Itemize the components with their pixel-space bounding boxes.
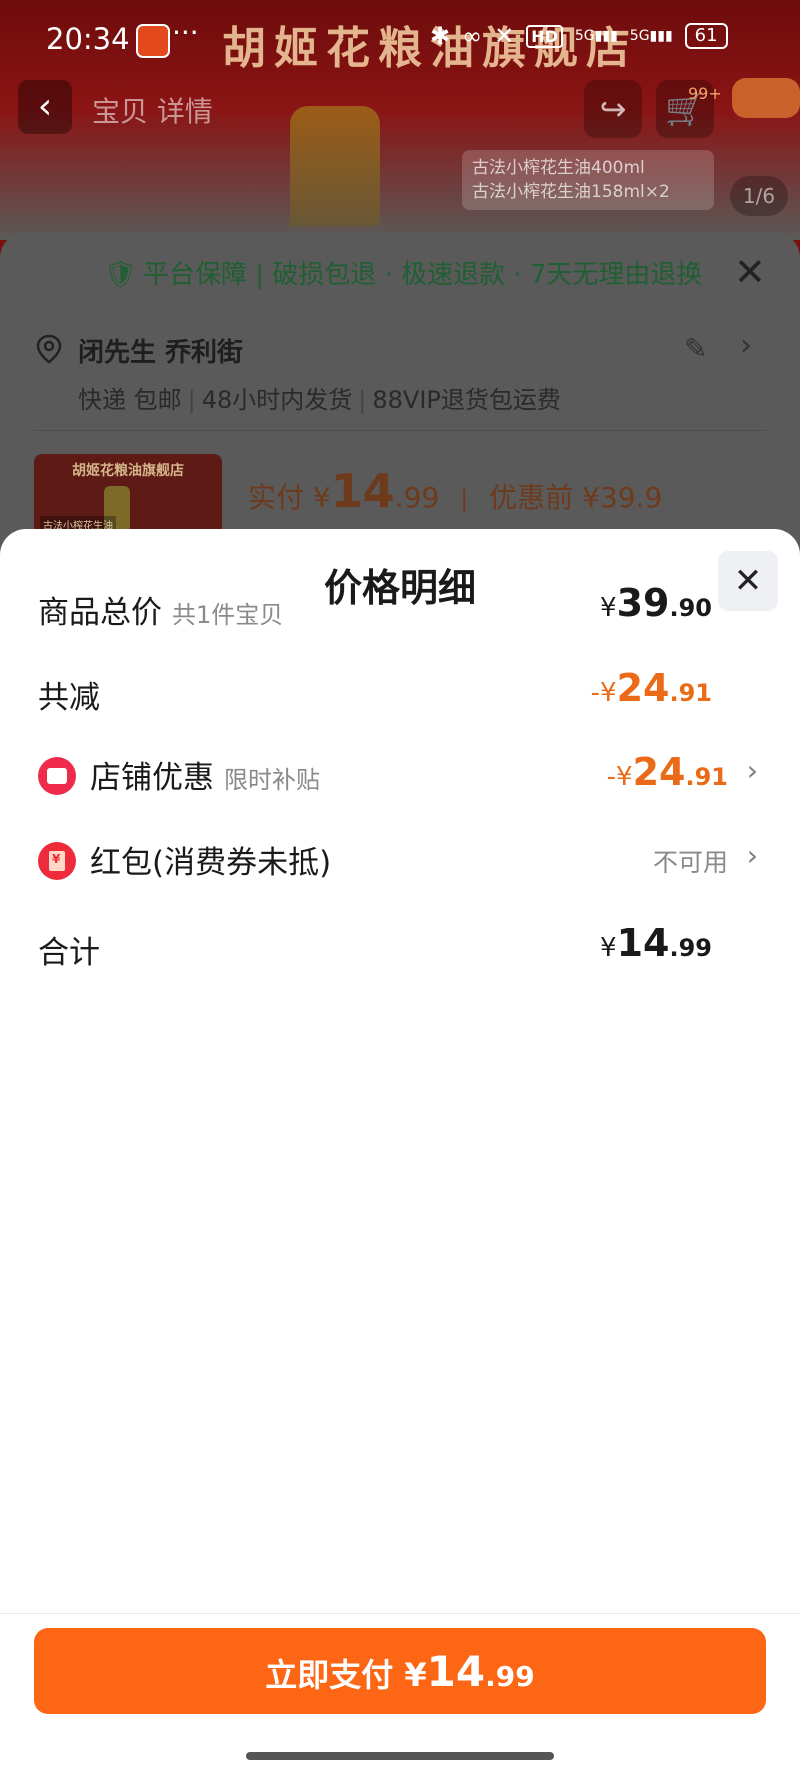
footer-divider [0, 1613, 800, 1614]
more-notifications-icon: ··· [172, 16, 199, 49]
product-spec-tag: 古法小榨花生油400ml 古法小榨花生油158ml×2 [462, 150, 714, 210]
store-icon [38, 757, 76, 795]
store-discount-value: -¥24.91 [607, 750, 728, 794]
location-pin-icon [36, 334, 62, 364]
total-discount-value: -¥24.91 [591, 666, 712, 710]
store-discount-row[interactable]: 店铺优惠 限时补贴 -¥24.91 › [38, 750, 758, 800]
bluetooth-icon: ✱ [430, 22, 451, 50]
status-time: 20:34 [46, 22, 130, 56]
amount-int: 24 [616, 666, 670, 710]
amount-dec: .99 [669, 934, 712, 962]
pay-dec: .99 [485, 1660, 535, 1693]
spec-line-2: 古法小榨花生油158ml×2 [472, 182, 670, 202]
mute-icon: ✕ [494, 22, 515, 50]
item-count: 共1件宝贝 [172, 601, 284, 629]
back-icon[interactable]: ‹ [18, 80, 72, 134]
currency: ¥ [600, 593, 617, 623]
currency: ¥ [600, 933, 617, 963]
home-indicator[interactable] [246, 1752, 554, 1760]
amount-dec: .91 [669, 679, 712, 707]
row-label-goods-total: 商品总价 共1件宝贝 [38, 587, 283, 632]
chevron-right-icon[interactable]: › [747, 754, 758, 787]
paid-int: 14 [330, 464, 395, 518]
hd-icon: HD [526, 24, 563, 48]
divider [34, 430, 766, 431]
paid-dec: .99 [394, 481, 440, 514]
before-discount: 优惠前 ¥39.9 [489, 481, 663, 514]
spec-line-1: 古法小榨花生油400ml [472, 158, 645, 178]
signal-icon-2: 5G▮▮▮ [629, 28, 673, 44]
goods-total-value: ¥39.90 [600, 581, 712, 625]
limited-subsidy: 限时补贴 [224, 766, 320, 794]
goods-total-label: 商品总价 [38, 595, 162, 631]
chevron-right-icon[interactable]: › [747, 839, 758, 872]
pay-int: 14 [426, 1647, 486, 1696]
shield-icon: 🛡 [104, 260, 138, 290]
paid-label: 实付 [248, 481, 305, 514]
amount-dec: .90 [669, 594, 712, 622]
address-name[interactable]: 闭先生 乔利街 [78, 332, 243, 369]
paid-amount: 实付 ¥14.99 | 优惠前 ¥39.9 [248, 464, 663, 518]
shipping-info: 快递 包邮 | 48小时内发货 | 88VIP退货包运费 [78, 386, 561, 414]
red-packet-label: 红包(消费券未抵) [90, 845, 332, 881]
status-bar: 20:34 ··· ✱ ∞ ✕ HD 5G▮▮▮ 5G▮▮▮ 61 [0, 0, 800, 78]
cart-badge: 99+ [688, 84, 722, 103]
app-notification-icon [136, 24, 170, 58]
shipping-method: 快递 包邮 [78, 386, 182, 414]
guarantee-text: 平台保障 | 破损包退 · 极速退款 · 7天无理由退换 [143, 260, 703, 290]
share-icon[interactable]: ↪ [584, 80, 642, 138]
chevron-right-icon[interactable]: › [740, 328, 752, 363]
currency: -¥ [606, 762, 633, 792]
edit-address-icon[interactable]: ✎ [684, 332, 707, 365]
total-goods-price-row: 商品总价 共1件宝贝 ¥39.90 [38, 581, 758, 631]
amount-int: 39 [616, 581, 670, 625]
red-packet-label-group: 红包(消费券未抵) [38, 835, 331, 882]
red-packet-icon [38, 842, 76, 880]
grand-total-value: ¥14.99 [600, 921, 712, 965]
vip-return: 88VIP退货包运费 [372, 386, 561, 414]
amount-int: 14 [616, 921, 670, 965]
grand-total-label: 合计 [38, 935, 100, 971]
store-discount-label-group: 店铺优惠 限时补贴 [38, 750, 320, 797]
checkout-close-icon[interactable]: ✕ [734, 250, 766, 294]
price-detail-modal: 价格明细 ✕ 商品总价 共1件宝贝 ¥39.90 共减 -¥24.91 店铺优惠限… [0, 529, 800, 1777]
product-image [290, 106, 380, 226]
red-packet-value: 不可用 [653, 843, 728, 879]
thumb-title: 胡姬花粮油旗舰店 [72, 463, 184, 479]
status-icons: ✱ ∞ ✕ HD 5G▮▮▮ 5G▮▮▮ 61 [430, 22, 728, 50]
link-icon: ∞ [462, 22, 483, 50]
grand-total-row: 合计 ¥14.99 [38, 921, 758, 971]
unavailable-text: 不可用 [652, 848, 728, 877]
network-type: 5G [574, 28, 595, 44]
total-discount-row: 共减 -¥24.91 [38, 666, 758, 716]
pay-now-button[interactable]: 立即支付 ¥14.99 [34, 1628, 766, 1714]
amount-int: 24 [632, 750, 686, 794]
amount-dec: .91 [685, 763, 728, 791]
battery-icon: 61 [684, 23, 728, 49]
currency: -¥ [590, 678, 617, 708]
total-discount-label: 共减 [38, 680, 100, 716]
platform-guarantee: 🛡 平台保障 | 破损包退 · 极速退款 · 7天无理由退换 [104, 254, 702, 291]
product-nav-tabs[interactable]: 宝贝 详情 [92, 90, 213, 130]
more-menu-icon[interactable] [732, 78, 800, 118]
paid-currency: ¥ [312, 481, 331, 514]
pay-currency: ¥ [404, 1656, 427, 1694]
pay-label: 立即支付 [265, 1656, 394, 1694]
red-packet-row[interactable]: 红包(消费券未抵) 不可用 › [38, 835, 758, 885]
network-type-2: 5G [629, 28, 650, 44]
store-discount-label: 店铺优惠 [90, 760, 214, 796]
image-counter: 1/6 [730, 176, 788, 216]
dispatch-time: 48小时内发货 [201, 386, 353, 414]
signal-icon: 5G▮▮▮ [574, 28, 618, 44]
